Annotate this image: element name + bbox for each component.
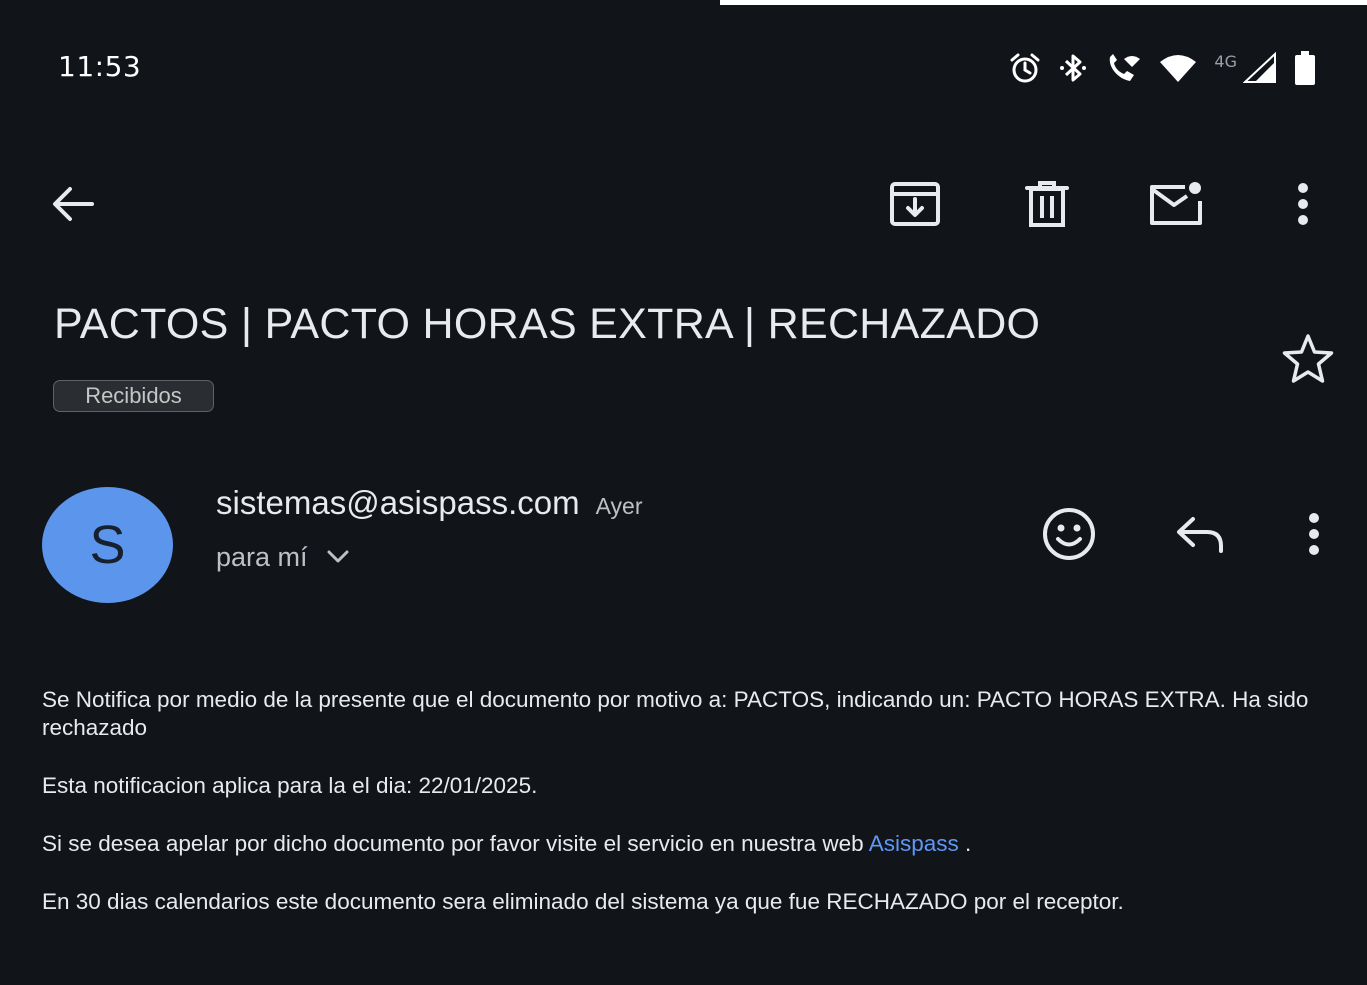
delete-button[interactable]	[1012, 176, 1082, 236]
sender-line: sistemas@asispass.com Ayer	[216, 484, 643, 522]
email-body: Se Notifica por medio de la presente que…	[42, 686, 1332, 946]
more-options-button[interactable]	[1280, 176, 1326, 236]
body-text: .	[958, 831, 972, 856]
bluetooth-icon	[1058, 51, 1088, 85]
body-paragraph: Se Notifica por medio de la presente que…	[42, 687, 1309, 740]
body-text: Si se desea apelar por dicho documento p…	[42, 831, 869, 856]
chevron-down-icon	[326, 548, 350, 568]
status-time: 11:53	[58, 50, 142, 83]
sender-avatar[interactable]: S	[42, 487, 173, 603]
battery-icon	[1293, 50, 1317, 86]
star-icon	[1281, 333, 1335, 389]
body-paragraph: Esta notificacion aplica para la el dia:…	[42, 773, 538, 798]
alarm-icon	[1008, 51, 1042, 85]
archive-icon	[889, 181, 941, 231]
body-paragraph: Si se desea apelar por dicho documento p…	[42, 830, 1332, 858]
archive-button[interactable]	[880, 176, 950, 236]
top-white-strip	[720, 0, 1367, 5]
sent-time: Ayer	[595, 493, 643, 519]
recipient-details-toggle[interactable]: para mí	[216, 542, 350, 573]
mark-unread-button[interactable]	[1140, 176, 1212, 236]
reply-icon	[1173, 513, 1227, 559]
add-reaction-button[interactable]	[1036, 506, 1102, 566]
emoji-icon	[1041, 506, 1097, 566]
body-paragraph: En 30 dias calendarios este documento se…	[42, 889, 1124, 914]
status-icons: 4G	[1008, 48, 1317, 88]
sender-address[interactable]: sistemas@asispass.com	[216, 484, 580, 522]
network-type-label: 4G	[1214, 51, 1237, 71]
reply-button[interactable]	[1168, 508, 1232, 564]
message-more-button[interactable]	[1292, 506, 1336, 566]
star-button[interactable]	[1278, 332, 1338, 390]
more-vert-icon	[1297, 182, 1309, 230]
recipient-label: para mí	[216, 542, 308, 572]
mark-unread-icon	[1147, 181, 1205, 231]
back-arrow-icon	[48, 184, 96, 228]
back-button[interactable]	[40, 176, 104, 236]
delete-icon	[1024, 180, 1070, 232]
inbox-label-chip[interactable]: Recibidos	[53, 380, 214, 412]
email-screen: 11:53 4G PACTOS | PACTO HORAS EXTRA | RE…	[0, 0, 1367, 985]
wifi-calling-icon	[1104, 51, 1142, 85]
more-vert-icon	[1308, 512, 1320, 560]
wifi-icon	[1158, 53, 1198, 83]
asispass-link[interactable]: Asispass	[869, 831, 959, 856]
email-subject: PACTOS | PACTO HORAS EXTRA | RECHAZADO	[54, 300, 1041, 348]
cell-signal-icon	[1243, 52, 1277, 84]
